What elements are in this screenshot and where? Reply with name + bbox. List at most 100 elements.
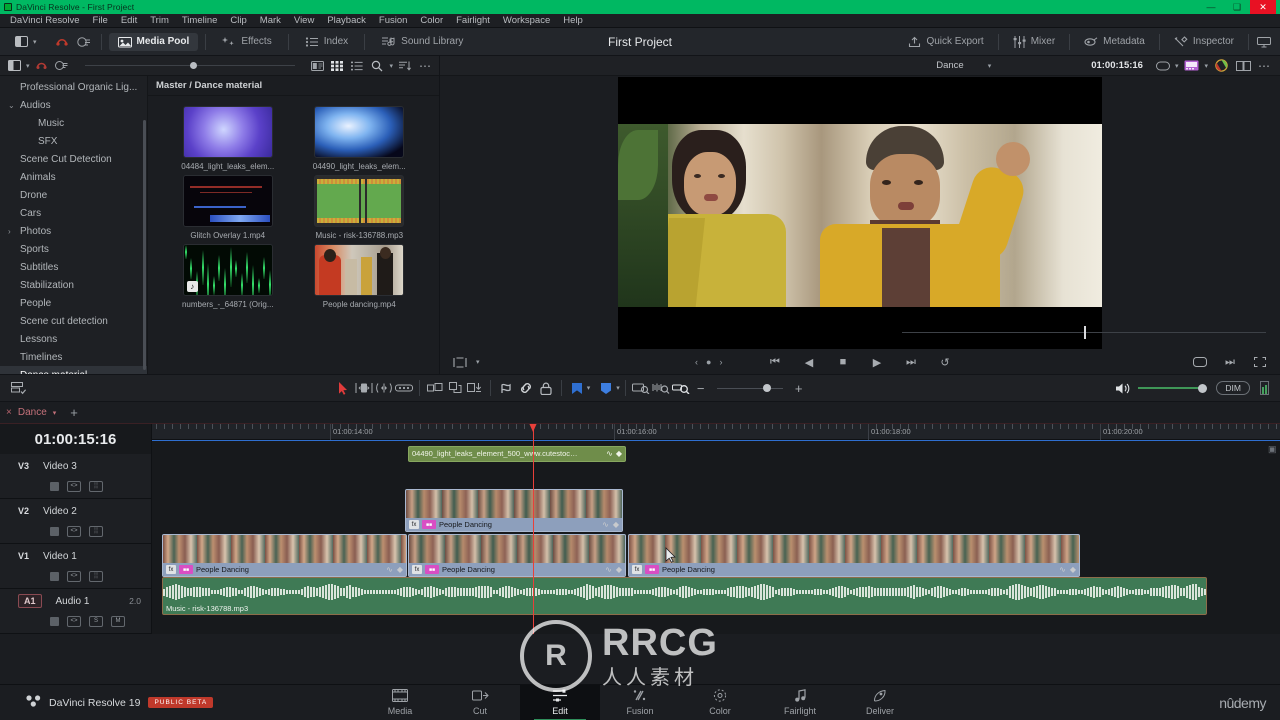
track-visibility-icon[interactable]: ░	[89, 480, 103, 492]
timeline-playhead[interactable]	[529, 424, 537, 634]
timeline-clip[interactable]: fx ■■ People Dancing ∿ ◆	[162, 534, 407, 577]
bin-item-music[interactable]: Music	[0, 114, 147, 132]
media-thumbnail[interactable]	[314, 244, 405, 296]
viewer-playhead[interactable]	[1084, 326, 1086, 339]
prev-marker-icon[interactable]: ‹	[695, 357, 698, 367]
disclosure-triangle-icon[interactable]: ›	[8, 227, 20, 236]
track-header-v1[interactable]: V1 Video 1 <> ░	[0, 544, 151, 589]
dynamic-trim-icon[interactable]	[52, 32, 72, 52]
bin-item-lessons[interactable]: Lessons	[0, 330, 147, 348]
track-lane-v2[interactable]: fx ■■ People Dancing ∿ ◆	[152, 485, 1280, 532]
media-pool-item[interactable]: Glitch Overlay 1.mp4	[162, 175, 294, 240]
track-lane-v3[interactable]: 04490_light_leaks_element_500_www.cutest…	[152, 440, 1280, 485]
selection-tool-icon[interactable]	[334, 378, 354, 398]
keyframe-curve-icon[interactable]: ∿	[606, 449, 613, 458]
bin-item-scene-cut-detection[interactable]: Scene cut detection	[0, 312, 147, 330]
page-tab-fusion[interactable]: Fusion	[600, 685, 680, 720]
mixer-button[interactable]: Mixer	[1004, 33, 1064, 51]
bin-item-sports[interactable]: Sports	[0, 240, 147, 258]
disclosure-triangle-icon[interactable]: ⌄	[8, 101, 20, 110]
more-options-icon[interactable]: ⋯	[417, 59, 433, 73]
effects-button[interactable]: Effects	[213, 33, 280, 51]
inspector-button[interactable]: Inspector	[1165, 33, 1243, 51]
bin-item-photos[interactable]: › Photos	[0, 222, 147, 240]
menu-item-edit[interactable]: Edit	[121, 15, 137, 26]
color-wheel-icon[interactable]	[1212, 59, 1230, 73]
timeline-tracks-area[interactable]: 01:00:14:00 01:00:16:00 01:00:18:00 01:00:2…	[152, 424, 1280, 634]
metadata-button[interactable]: Metadata	[1075, 33, 1154, 51]
viewer-source-name[interactable]: Dance	[936, 60, 963, 71]
quick-export-button[interactable]: Quick Export	[899, 33, 992, 51]
close-timeline-icon[interactable]: ×	[6, 407, 12, 418]
bin-item-scene-cut-detection[interactable]: Scene Cut Detection	[0, 150, 147, 168]
viewer-inout-icon[interactable]	[450, 352, 470, 372]
media-pool-button[interactable]: Media Pool	[108, 32, 199, 51]
go-to-start-button[interactable]: ⏮	[765, 352, 785, 372]
trim-edit-mode-icon[interactable]	[354, 378, 374, 398]
loop-button[interactable]: ↺	[935, 352, 955, 372]
sort-icon[interactable]	[397, 59, 413, 73]
bin-item-sfx[interactable]: SFX	[0, 132, 147, 150]
menu-item-timeline[interactable]: Timeline	[182, 15, 218, 26]
menu-item-mark[interactable]: Mark	[260, 15, 281, 26]
page-tab-color[interactable]: Color	[680, 685, 760, 720]
media-thumbnail[interactable]: ♪	[182, 244, 273, 296]
page-tab-fairlight[interactable]: Fairlight	[760, 685, 840, 720]
volume-slider[interactable]	[1138, 383, 1208, 393]
insert-clip-icon[interactable]	[465, 378, 485, 398]
chevron-down-icon[interactable]: ▾	[26, 62, 30, 70]
menu-item-fusion[interactable]: Fusion	[379, 15, 408, 26]
keyframe-curve-icon[interactable]: ∿	[1059, 565, 1066, 574]
media-pool-item[interactable]: ♪ numbers_-_64871 (Orig...	[162, 244, 294, 309]
page-tab-deliver[interactable]: Deliver	[840, 685, 920, 720]
speaker-icon[interactable]	[1112, 378, 1134, 398]
maximize-button[interactable]: ❑	[1224, 0, 1250, 14]
bin-item-people[interactable]: People	[0, 294, 147, 312]
clip-color-icon[interactable]: ◆	[616, 449, 622, 458]
auto-select-icon[interactable]: <>	[67, 525, 81, 537]
track-id-badge[interactable]: V1	[18, 551, 29, 561]
viewer-canvas[interactable]	[440, 76, 1280, 350]
track-name[interactable]: Audio 1	[56, 596, 90, 607]
page-tab-edit[interactable]: Edit	[520, 684, 600, 720]
snapping-icon[interactable]	[425, 378, 445, 398]
go-to-end-button[interactable]: ⏭	[901, 352, 921, 372]
cinema-view-icon[interactable]	[1190, 352, 1210, 372]
timeline-options-icon[interactable]: ▣	[1268, 444, 1278, 454]
track-header-v2[interactable]: V2 Video 2 <> ░	[0, 499, 151, 544]
bin-item-drone[interactable]: Drone	[0, 186, 147, 204]
stop-button[interactable]: ■	[833, 352, 853, 372]
viewer-monitor-icon[interactable]	[1182, 59, 1200, 73]
media-pool-item[interactable]: Music - risk-136788.mp3	[294, 175, 426, 240]
menu-item-davinci-resolve[interactable]: DaVinci Resolve	[10, 15, 80, 26]
mute-button[interactable]: M	[111, 615, 125, 627]
menu-item-view[interactable]: View	[294, 15, 314, 26]
timeline-ruler[interactable]: 01:00:14:00 01:00:16:00 01:00:18:00 01:00:2…	[152, 424, 1280, 440]
bin-item-animals[interactable]: Animals	[0, 168, 147, 186]
menu-item-playback[interactable]: Playback	[327, 15, 366, 26]
split-view-icon[interactable]	[1234, 59, 1252, 73]
index-button[interactable]: Index	[296, 33, 357, 51]
track-header-v3[interactable]: V3 Video 3 <> ░	[0, 454, 151, 499]
marker-dot-icon[interactable]: ●	[706, 357, 711, 367]
menu-item-clip[interactable]: Clip	[230, 15, 246, 26]
timeline-timecode[interactable]: 01:00:15:16	[0, 424, 151, 454]
close-button[interactable]: ✕	[1250, 0, 1276, 14]
track-lane-v1[interactable]: fx ■■ People Dancing ∿ ◆ fx ■■ People Da…	[152, 530, 1280, 577]
timeline-tab-label[interactable]: Dance	[18, 407, 47, 418]
flag-icon[interactable]	[445, 378, 465, 398]
lock-icon[interactable]	[50, 481, 59, 491]
zoom-out-button[interactable]: −	[691, 378, 711, 398]
auto-select-icon[interactable]: <>	[67, 615, 81, 627]
flag-color-icon[interactable]	[567, 378, 587, 398]
clip-color-icon[interactable]: ◆	[616, 565, 622, 574]
chevron-down-icon[interactable]: ▾	[53, 409, 57, 417]
custom-zoom-icon[interactable]	[671, 378, 691, 398]
link-clips-icon[interactable]	[516, 378, 536, 398]
clip-color-icon[interactable]: ◆	[1070, 565, 1076, 574]
play-reverse-button[interactable]: ◀	[799, 352, 819, 372]
play-button[interactable]: ▶	[867, 352, 887, 372]
lock-icon[interactable]	[50, 526, 59, 536]
list-view-icon[interactable]	[349, 59, 365, 73]
menu-item-color[interactable]: Color	[420, 15, 443, 26]
